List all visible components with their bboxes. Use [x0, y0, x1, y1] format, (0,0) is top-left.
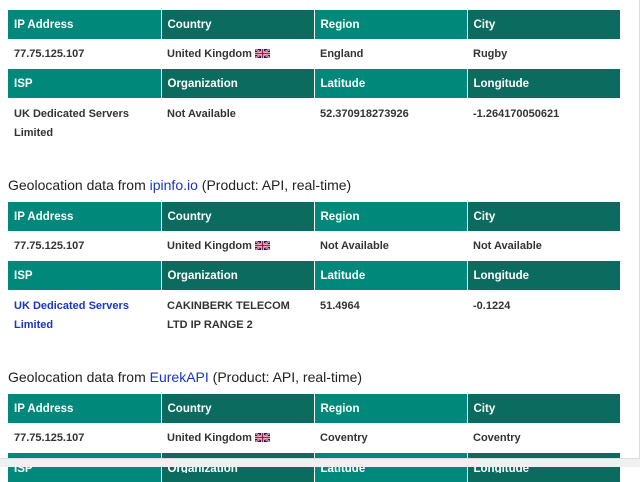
header-city: City — [466, 10, 620, 39]
header-region: Region — [313, 10, 467, 39]
header-row: IP Address Country Region City — [8, 202, 620, 231]
country-cell: United Kingdom — [161, 423, 314, 453]
country-value: United Kingdom — [167, 48, 252, 60]
table-row: UK Dedicated Servers Limited CAKINBERK T… — [8, 290, 620, 346]
uk-flag-icon — [254, 49, 270, 58]
longitude-value: -1.264170050621 — [473, 108, 560, 120]
longitude-value: -0.1224 — [473, 300, 511, 312]
header-row: IP Address Country Region City — [8, 10, 620, 39]
isp-value: UK Dedicated Servers Limited — [14, 108, 129, 139]
header-region: Region — [313, 202, 467, 231]
header-organization: Organization — [160, 261, 314, 290]
latitude-value: 51.4964 — [320, 300, 360, 312]
header-row: ISP Organization Latitude Longitude — [8, 261, 620, 290]
organization-value: CAKINBERK TELECOM LTD IP RANGE 2 — [167, 300, 290, 331]
header-ip-address: IP Address — [8, 394, 161, 423]
caption-text: (Product: API, real-time) — [197, 177, 352, 193]
caption-text: Geolocation data from — [8, 369, 150, 385]
horizontal-scrollbar[interactable] — [0, 458, 640, 467]
header-region: Region — [313, 394, 467, 423]
uk-flag-icon — [254, 433, 270, 442]
header-city: City — [466, 394, 620, 423]
isp-link[interactable]: UK Dedicated Servers Limited — [14, 300, 129, 331]
region-value: Coventry — [320, 432, 368, 444]
organization-value: Not Available — [167, 108, 236, 120]
header-longitude: Longitude — [466, 261, 620, 290]
city-value: Not Available — [473, 240, 542, 252]
section-caption: Geolocation data from ipinfo.io (Product… — [8, 174, 620, 196]
city-value: Coventry — [473, 432, 521, 444]
region-value: England — [320, 48, 364, 60]
header-isp: ISP — [8, 69, 161, 98]
region-value: Not Available — [320, 240, 389, 252]
section-caption: Geolocation data from EurekAPI (Product:… — [8, 366, 620, 388]
geo-table-1: IP Address Country Region City 77.75.125… — [8, 10, 620, 154]
geo-table-3: IP Address Country Region City 77.75.125… — [8, 394, 620, 482]
ip-value: 77.75.125.107 — [14, 48, 85, 60]
header-country: Country — [160, 202, 314, 231]
country-value: United Kingdom — [167, 240, 252, 252]
header-ip-address: IP Address — [8, 10, 161, 39]
isp-cell: UK Dedicated Servers Limited — [8, 290, 161, 346]
header-latitude: Latitude — [313, 69, 467, 98]
latitude-value: 52.370918273926 — [320, 108, 409, 120]
table-row: 77.75.125.107 United Kingdom Coventry Co… — [8, 423, 620, 453]
table-row: 77.75.125.107 United Kingdom England Rug… — [8, 39, 620, 69]
country-cell: United Kingdom — [161, 231, 314, 261]
header-isp: ISP — [8, 261, 161, 290]
eurekapi-link[interactable]: EurekAPI — [150, 369, 209, 385]
header-row: IP Address Country Region City — [8, 394, 620, 423]
ipinfo-link[interactable]: ipinfo.io — [150, 177, 198, 193]
ip-value: 77.75.125.107 — [14, 240, 85, 252]
header-organization: Organization — [160, 69, 314, 98]
ip-value: 77.75.125.107 — [14, 432, 85, 444]
header-ip-address: IP Address — [8, 202, 161, 231]
header-country: Country — [160, 394, 314, 423]
header-city: City — [466, 202, 620, 231]
geo-table-2: IP Address Country Region City 77.75.125… — [8, 202, 620, 346]
city-value: Rugby — [473, 48, 508, 60]
caption-text: (Product: API, real-time) — [208, 369, 363, 385]
caption-text: Geolocation data from — [8, 177, 150, 193]
header-country: Country — [160, 10, 314, 39]
header-latitude: Latitude — [313, 261, 467, 290]
country-value: United Kingdom — [167, 432, 252, 444]
table-row: 77.75.125.107 United Kingdom Not Availab… — [8, 231, 620, 261]
geolocation-page: IP Address Country Region City 77.75.125… — [8, 10, 620, 482]
header-longitude: Longitude — [466, 69, 620, 98]
table-row: UK Dedicated Servers Limited Not Availab… — [8, 98, 620, 154]
uk-flag-icon — [254, 241, 270, 250]
country-cell: United Kingdom — [161, 39, 314, 69]
header-row: ISP Organization Latitude Longitude — [8, 69, 620, 98]
